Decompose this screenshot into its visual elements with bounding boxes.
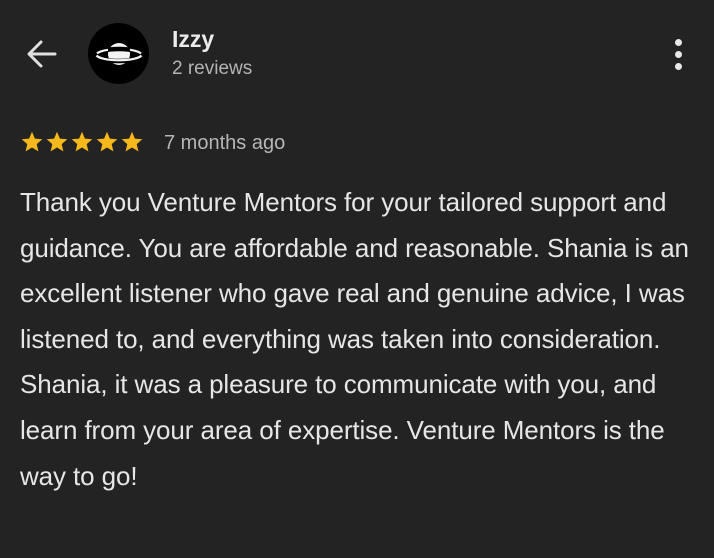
arrow-left-icon bbox=[27, 40, 57, 68]
review-time: 7 months ago bbox=[164, 132, 286, 154]
star-icon bbox=[121, 131, 143, 152]
star-icon bbox=[46, 131, 68, 152]
review-text: Thank you Venture Mentors for your tailo… bbox=[20, 187, 689, 491]
avatar[interactable] bbox=[88, 23, 149, 84]
review-count: 2 reviews bbox=[172, 58, 253, 79]
back-button[interactable] bbox=[22, 34, 62, 74]
more-options-button[interactable] bbox=[660, 34, 696, 74]
saturn-planet-icon bbox=[93, 42, 144, 65]
star-icon bbox=[71, 131, 93, 152]
more-vertical-icon-dot bbox=[674, 62, 682, 70]
reviewer-name[interactable]: Izzy bbox=[172, 24, 214, 54]
star-icon bbox=[96, 131, 118, 152]
star-rating bbox=[20, 130, 144, 154]
more-vertical-icon-dot bbox=[674, 50, 682, 58]
star-icon bbox=[21, 131, 43, 152]
more-vertical-icon bbox=[674, 38, 682, 46]
